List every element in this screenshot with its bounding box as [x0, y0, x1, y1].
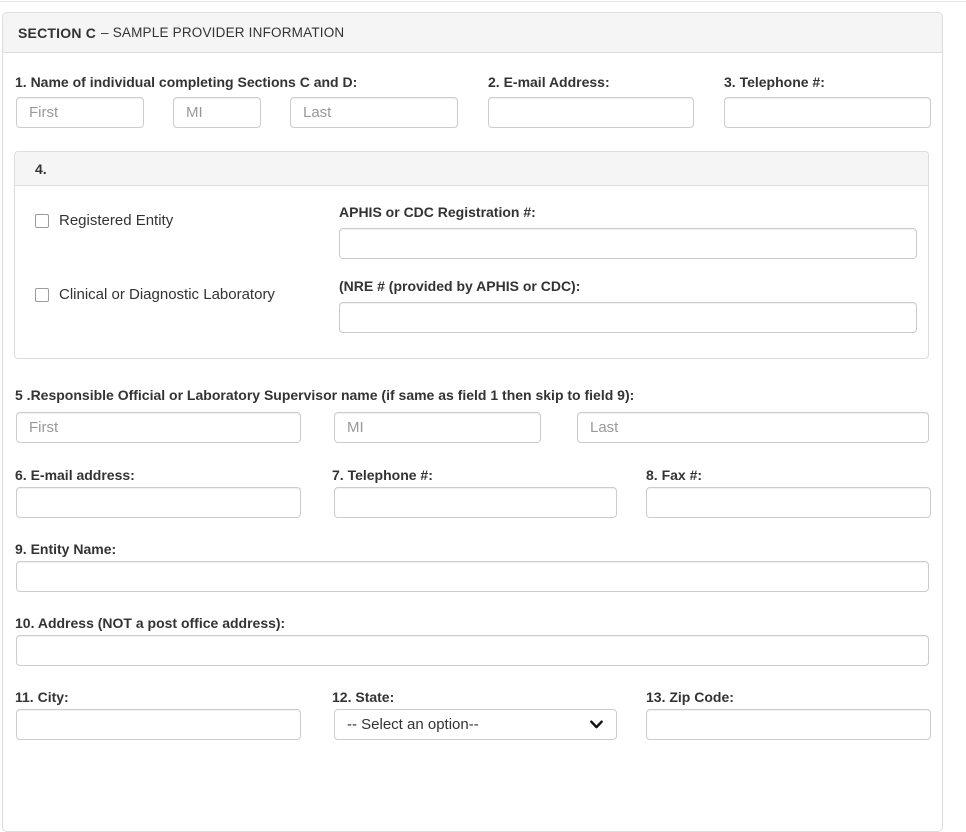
field10-label: 10. Address (NOT a post office address): — [15, 615, 285, 632]
field7-label: 7. Telephone #: — [332, 467, 433, 484]
field3-telephone-input[interactable] — [724, 97, 931, 128]
field4-label: 4. — [35, 161, 47, 177]
clinical-lab-label: Clinical or Diagnostic Laboratory — [59, 286, 275, 304]
clinical-lab-row: Clinical or Diagnostic Laboratory — [35, 286, 275, 304]
field1-label: 1. Name of individual completing Section… — [15, 74, 357, 91]
field5-label: 5 .Responsible Official or Laboratory Su… — [15, 387, 634, 404]
field4-group: 4. Registered Entity Clinical or Diagnos… — [14, 151, 929, 359]
field9-entity-name-input[interactable] — [16, 561, 929, 592]
nre-number-label: (NRE # (provided by APHIS or CDC): — [339, 278, 580, 294]
field5-first-input[interactable] — [16, 412, 301, 443]
nre-number-input[interactable] — [339, 302, 917, 333]
field4-header: 4. — [15, 152, 928, 186]
field7-telephone-input[interactable] — [334, 487, 617, 518]
field2-email-input[interactable] — [488, 97, 694, 128]
registration-number-input[interactable] — [339, 228, 917, 259]
section-header: SECTION C – SAMPLE PROVIDER INFORMATION — [3, 13, 942, 53]
registration-number-label: APHIS or CDC Registration #: — [339, 204, 536, 220]
state-select[interactable]: -- Select an option-- — [334, 709, 617, 740]
field9-label: 9. Entity Name: — [15, 541, 116, 558]
registered-entity-label: Registered Entity — [59, 212, 173, 230]
field10-address-input[interactable] — [16, 635, 929, 666]
field6-email-input[interactable] — [16, 487, 301, 518]
field6-label: 6. E-mail address: — [15, 467, 135, 484]
clinical-lab-checkbox[interactable] — [35, 288, 49, 302]
field11-city-input[interactable] — [16, 709, 301, 740]
section-subtitle: – SAMPLE PROVIDER INFORMATION — [101, 25, 344, 40]
field12-state-select-wrap: -- Select an option-- — [334, 709, 617, 740]
top-divider — [0, 1, 966, 2]
field1-last-input[interactable] — [290, 97, 458, 128]
registered-entity-row: Registered Entity — [35, 212, 173, 230]
registered-entity-checkbox[interactable] — [35, 214, 49, 228]
field11-label: 11. City: — [15, 689, 69, 706]
field8-fax-input[interactable] — [646, 487, 931, 518]
field13-zip-input[interactable] — [646, 709, 931, 740]
field5-last-input[interactable] — [577, 412, 929, 443]
field2-label: 2. E-mail Address: — [488, 74, 610, 91]
field5-mi-input[interactable] — [334, 412, 541, 443]
field1-mi-input[interactable] — [173, 97, 261, 128]
section-title: SECTION C — [18, 25, 96, 41]
field13-label: 13. Zip Code: — [646, 689, 734, 706]
field1-first-input[interactable] — [16, 97, 144, 128]
section-c-panel: SECTION C – SAMPLE PROVIDER INFORMATION … — [2, 12, 943, 832]
field3-label: 3. Telephone #: — [724, 74, 825, 91]
field12-label: 12. State: — [332, 689, 394, 706]
field8-label: 8. Fax #: — [646, 467, 702, 484]
